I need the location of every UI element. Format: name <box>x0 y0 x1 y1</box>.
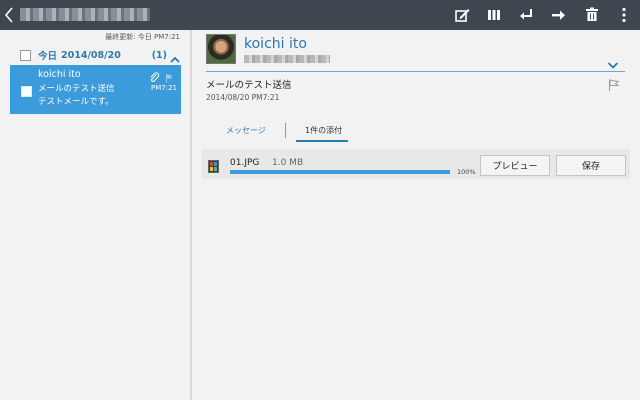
paperclip-icon <box>149 68 160 82</box>
download-progress-fill <box>230 170 450 174</box>
split-view-icon[interactable] <box>484 5 504 25</box>
tab-separator <box>285 123 286 138</box>
back-icon[interactable] <box>3 5 15 25</box>
download-progress-text: 100% <box>457 168 476 176</box>
sender-address <box>244 55 330 63</box>
group-checkbox[interactable] <box>20 49 31 61</box>
item-subject: メールのテスト送信 <box>38 84 115 94</box>
item-time: PM7:21 <box>151 84 177 92</box>
reply-icon[interactable] <box>516 5 536 25</box>
account-title <box>20 8 150 21</box>
tab-attachments[interactable]: 1件の添付 <box>305 125 342 136</box>
more-icon[interactable] <box>614 5 634 25</box>
date-group-header[interactable]: 今日 2014/08/20 (1) <box>20 47 180 63</box>
flag-icon[interactable] <box>606 77 620 91</box>
action-bar <box>0 0 640 30</box>
message-detail-pane: koichi ito メールのテスト送信 2014/08/20 PM7:21 メ… <box>192 30 640 400</box>
item-checkbox[interactable] <box>21 86 32 97</box>
compose-icon[interactable] <box>452 5 472 25</box>
attachment-row: 01.JPG 1.0 MB 100% プレビュー 保存 <box>202 149 630 179</box>
item-preview: テストメールです。 <box>38 97 114 107</box>
chevron-up-icon[interactable] <box>170 50 180 63</box>
image-file-icon <box>208 158 219 173</box>
flag-icon[interactable] <box>164 68 174 83</box>
delete-icon[interactable] <box>582 5 602 25</box>
attachment-name: 01.JPG <box>230 158 260 168</box>
message-datetime: 2014/08/20 PM7:21 <box>206 93 280 102</box>
group-label: 今日 <box>38 51 58 62</box>
save-button[interactable]: 保存 <box>556 155 626 176</box>
tab-message[interactable]: メッセージ <box>226 125 266 136</box>
last-updated-text: 最終更新: 今日 PM7:21 <box>105 33 180 41</box>
chevron-down-icon[interactable] <box>607 56 619 69</box>
header-divider <box>206 71 625 72</box>
group-count: (1) <box>151 49 167 61</box>
message-list-pane: 最終更新: 今日 PM7:21 今日 2014/08/20 (1) koichi… <box>0 30 190 400</box>
avatar[interactable] <box>206 34 236 64</box>
sender-name[interactable]: koichi ito <box>244 36 307 52</box>
group-date: 2014/08/20 <box>61 49 121 61</box>
list-item[interactable]: koichi ito メールのテスト送信 テストメールです。 PM7:21 <box>10 65 181 114</box>
item-sender: koichi ito <box>38 69 81 80</box>
active-tab-indicator <box>296 140 348 142</box>
download-progress-bar <box>230 170 450 174</box>
attachment-size: 1.0 MB <box>272 158 304 168</box>
forward-icon[interactable] <box>549 5 569 25</box>
preview-button[interactable]: プレビュー <box>480 155 550 176</box>
message-subject: メールのテスト送信 <box>206 80 292 91</box>
